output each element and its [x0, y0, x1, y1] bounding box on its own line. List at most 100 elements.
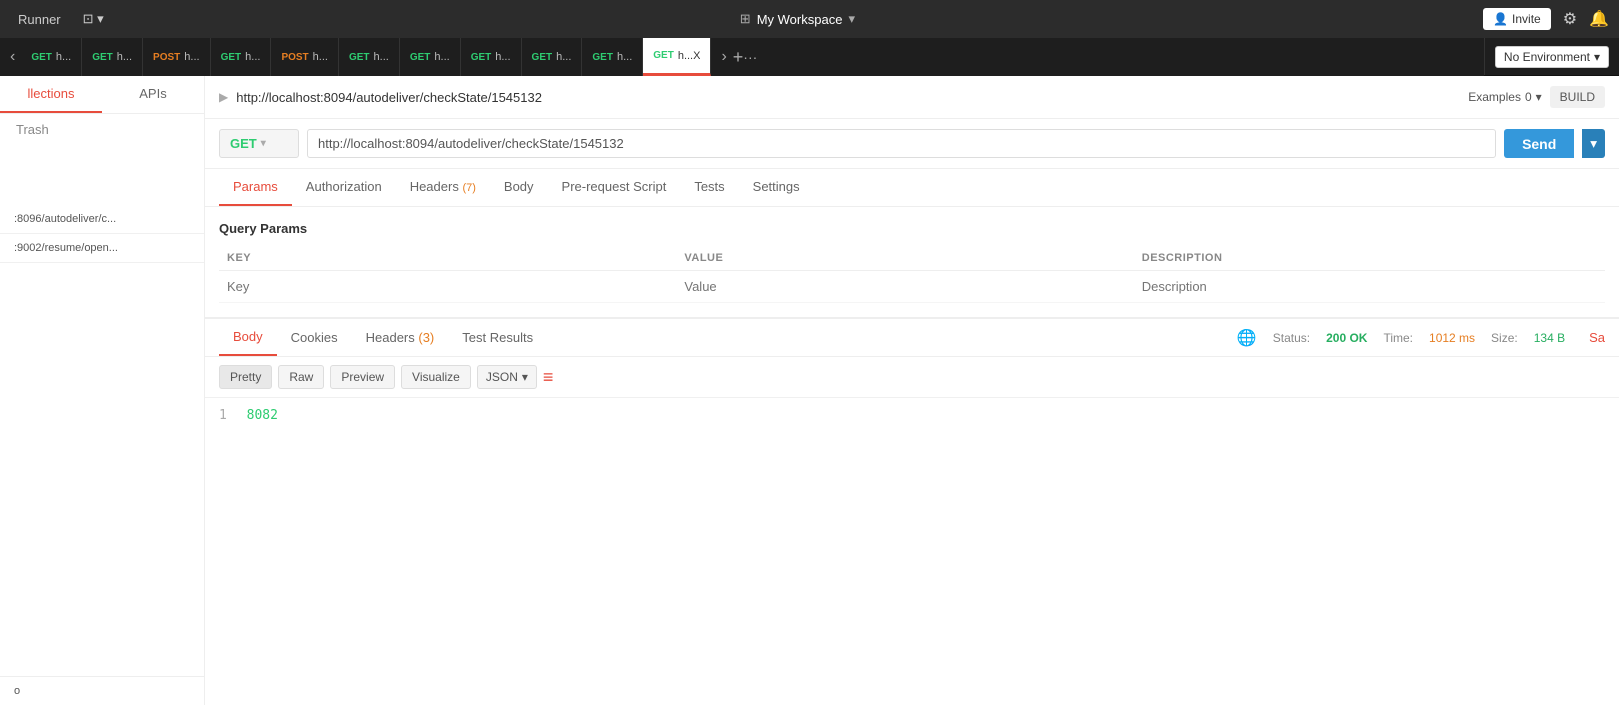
- url-input[interactable]: [307, 129, 1496, 158]
- raw-format-button[interactable]: Raw: [278, 365, 324, 389]
- tab-bar: ‹ GET h... GET h... POST h... GET h... P…: [0, 38, 1484, 76]
- tab-6-method: GET: [349, 52, 370, 63]
- response-line-1: 1 8082: [219, 408, 1605, 423]
- new-window-button[interactable]: ⊡ ▾: [75, 7, 112, 31]
- tab-9[interactable]: GET h...: [522, 38, 583, 76]
- preview-format-button[interactable]: Preview: [330, 365, 395, 389]
- json-type-selector[interactable]: JSON ▾: [477, 365, 537, 389]
- tab-11-url: h...X: [678, 50, 701, 62]
- response-area: Body Cookies Headers (3) Test Results 🌐 …: [205, 317, 1619, 705]
- tab-8[interactable]: GET h...: [461, 38, 522, 76]
- resp-tab-headers[interactable]: Headers (3): [352, 320, 449, 355]
- response-toolbar: Pretty Raw Preview Visualize JSON ▾ ≡: [205, 357, 1619, 398]
- chevron-down-icon: ▾: [1594, 50, 1600, 64]
- status-label: Status:: [1273, 331, 1310, 345]
- sidebar-bottom-item[interactable]: o: [0, 676, 204, 705]
- tab-4[interactable]: GET h...: [211, 38, 272, 76]
- response-status-bar: 🌐 Status: 200 OK Time: 1012 ms Size: 134…: [1237, 328, 1605, 348]
- key-input[interactable]: [227, 279, 668, 294]
- sidebar-tabs: llections APIs: [0, 76, 204, 114]
- visualize-format-button[interactable]: Visualize: [401, 365, 471, 389]
- sidebar-item-2[interactable]: :9002/resume/open...: [0, 234, 204, 263]
- req-tab-params[interactable]: Params: [219, 169, 292, 206]
- environment-selector[interactable]: No Environment ▾: [1495, 46, 1609, 68]
- req-tab-tests[interactable]: Tests: [680, 169, 738, 206]
- req-tab-body[interactable]: Body: [490, 169, 548, 206]
- tab-8-method: GET: [471, 52, 492, 63]
- tab-7-method: GET: [410, 52, 431, 63]
- value-input[interactable]: [684, 279, 1125, 294]
- tab-9-url: h...: [556, 51, 571, 63]
- runner-button[interactable]: Runner: [10, 8, 69, 31]
- tab-2[interactable]: GET h...: [82, 38, 143, 76]
- params-table: KEY VALUE DESCRIPTION: [219, 246, 1605, 303]
- send-dropdown-button[interactable]: ▾: [1582, 129, 1605, 158]
- nav-back-button[interactable]: ‹: [4, 48, 21, 66]
- description-input[interactable]: [1142, 279, 1597, 294]
- sidebar-tab-apis[interactable]: APIs: [102, 76, 204, 113]
- tab-11-active[interactable]: GET h...X: [643, 38, 711, 76]
- response-value-1: 8082: [247, 408, 278, 423]
- size-label: Size:: [1491, 331, 1518, 345]
- add-tab-button[interactable]: +: [733, 47, 744, 68]
- settings-icon[interactable]: ⚙: [1563, 9, 1577, 29]
- req-tab-headers[interactable]: Headers (7): [396, 169, 490, 206]
- req-tab-authorization[interactable]: Authorization: [292, 169, 396, 206]
- more-tabs-button[interactable]: ···: [743, 49, 757, 65]
- request-tabs: Params Authorization Headers (7) Body Pr…: [205, 169, 1619, 207]
- resp-tab-body[interactable]: Body: [219, 319, 277, 356]
- table-row: [219, 271, 1605, 303]
- request-url-display: http://localhost:8094/autodeliver/checkS…: [236, 90, 542, 105]
- save-response-button[interactable]: Sa: [1589, 330, 1605, 345]
- topbar: Runner ⊡ ▾ ⊞ My Workspace ▾ 👤 Invite ⚙ 🔔: [0, 0, 1619, 38]
- method-selector[interactable]: GET ▾: [219, 129, 299, 158]
- time-value: 1012 ms: [1429, 331, 1475, 345]
- globe-icon[interactable]: 🌐: [1237, 328, 1257, 348]
- tab-1-method: GET: [31, 52, 52, 63]
- sidebar-item-1[interactable]: :8096/autodeliver/c...: [0, 205, 204, 234]
- tab-6[interactable]: GET h...: [339, 38, 400, 76]
- resp-headers-badge: (3): [418, 330, 434, 345]
- build-button[interactable]: BUILD: [1550, 86, 1605, 108]
- nav-forward-button[interactable]: ›: [715, 48, 732, 66]
- resp-tab-test-results[interactable]: Test Results: [448, 320, 547, 355]
- tab-10-method: GET: [592, 52, 613, 63]
- req-tab-settings[interactable]: Settings: [739, 169, 814, 206]
- invite-button[interactable]: 👤 Invite: [1483, 8, 1551, 30]
- tab-8-url: h...: [495, 51, 510, 63]
- workspace-label: My Workspace: [757, 12, 843, 27]
- tab-11-method: GET: [653, 50, 674, 61]
- tab-4-method: GET: [221, 52, 242, 63]
- query-params-title: Query Params: [219, 221, 1605, 236]
- tab-7[interactable]: GET h...: [400, 38, 461, 76]
- tab-10[interactable]: GET h...: [582, 38, 643, 76]
- response-tabs: Body Cookies Headers (3) Test Results 🌐 …: [205, 319, 1619, 357]
- tab-4-url: h...: [245, 51, 260, 63]
- sidebar-trash-button[interactable]: Trash: [0, 114, 204, 145]
- headers-badge: (7): [462, 182, 475, 194]
- person-icon: 👤: [1493, 12, 1508, 26]
- tab-1[interactable]: GET h...: [21, 38, 82, 76]
- tab-3[interactable]: POST h...: [143, 38, 211, 76]
- resp-tab-cookies[interactable]: Cookies: [277, 320, 352, 355]
- description-column-header: DESCRIPTION: [1134, 246, 1605, 271]
- environment-label: No Environment: [1504, 50, 1590, 64]
- notification-icon[interactable]: 🔔: [1589, 9, 1609, 29]
- sidebar-tab-collections[interactable]: llections: [0, 76, 102, 113]
- send-button[interactable]: Send: [1504, 129, 1574, 158]
- sidebar: llections APIs Trash :8096/autodeliver/c…: [0, 76, 205, 705]
- tab-5[interactable]: POST h...: [271, 38, 339, 76]
- url-bar-row: ▶ http://localhost:8094/autodeliver/chec…: [205, 76, 1619, 119]
- topbar-right: 👤 Invite ⚙ 🔔: [1483, 8, 1609, 30]
- collapse-button[interactable]: ▶: [219, 90, 228, 104]
- tab-2-url: h...: [117, 51, 132, 63]
- response-content: 1 8082: [205, 398, 1619, 705]
- req-tab-prerequest[interactable]: Pre-request Script: [548, 169, 681, 206]
- examples-button[interactable]: Examples 0 ▾: [1468, 90, 1541, 104]
- filter-response-button[interactable]: ≡: [543, 367, 554, 388]
- tab-1-url: h...: [56, 51, 71, 63]
- pretty-format-button[interactable]: Pretty: [219, 365, 272, 389]
- tab-3-url: h...: [184, 51, 199, 63]
- request-line: GET ▾ Send ▾: [205, 119, 1619, 169]
- sidebar-list: :8096/autodeliver/c... :9002/resume/open…: [0, 145, 204, 676]
